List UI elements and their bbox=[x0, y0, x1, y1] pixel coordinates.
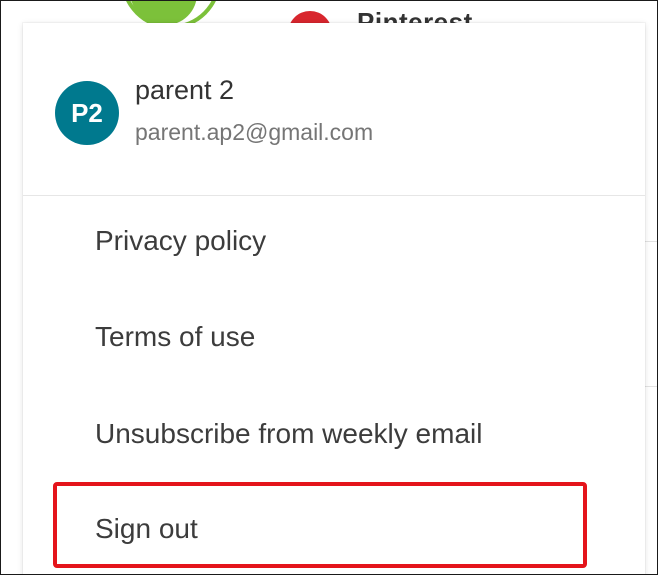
account-name: parent 2 bbox=[135, 75, 235, 105]
avatar[interactable]: P2 bbox=[55, 81, 119, 145]
menu-item-unsubscribe[interactable]: Unsubscribe from weekly email bbox=[95, 418, 482, 450]
menu-item-privacy-policy[interactable]: Privacy policy bbox=[95, 225, 266, 257]
account-menu: P2 parent 2 parent.ap2@gmail.com Privacy… bbox=[23, 23, 645, 574]
account-email: parent.ap2@gmail.com bbox=[135, 119, 374, 145]
menu-item-terms-of-use[interactable]: Terms of use bbox=[95, 321, 255, 353]
screenshot-frame: Pinterest P2 parent 2 parent.ap2@gmail.c… bbox=[0, 0, 658, 575]
account-header: P2 parent 2 parent.ap2@gmail.com bbox=[23, 23, 645, 196]
menu-item-sign-out[interactable]: Sign out bbox=[95, 513, 198, 545]
